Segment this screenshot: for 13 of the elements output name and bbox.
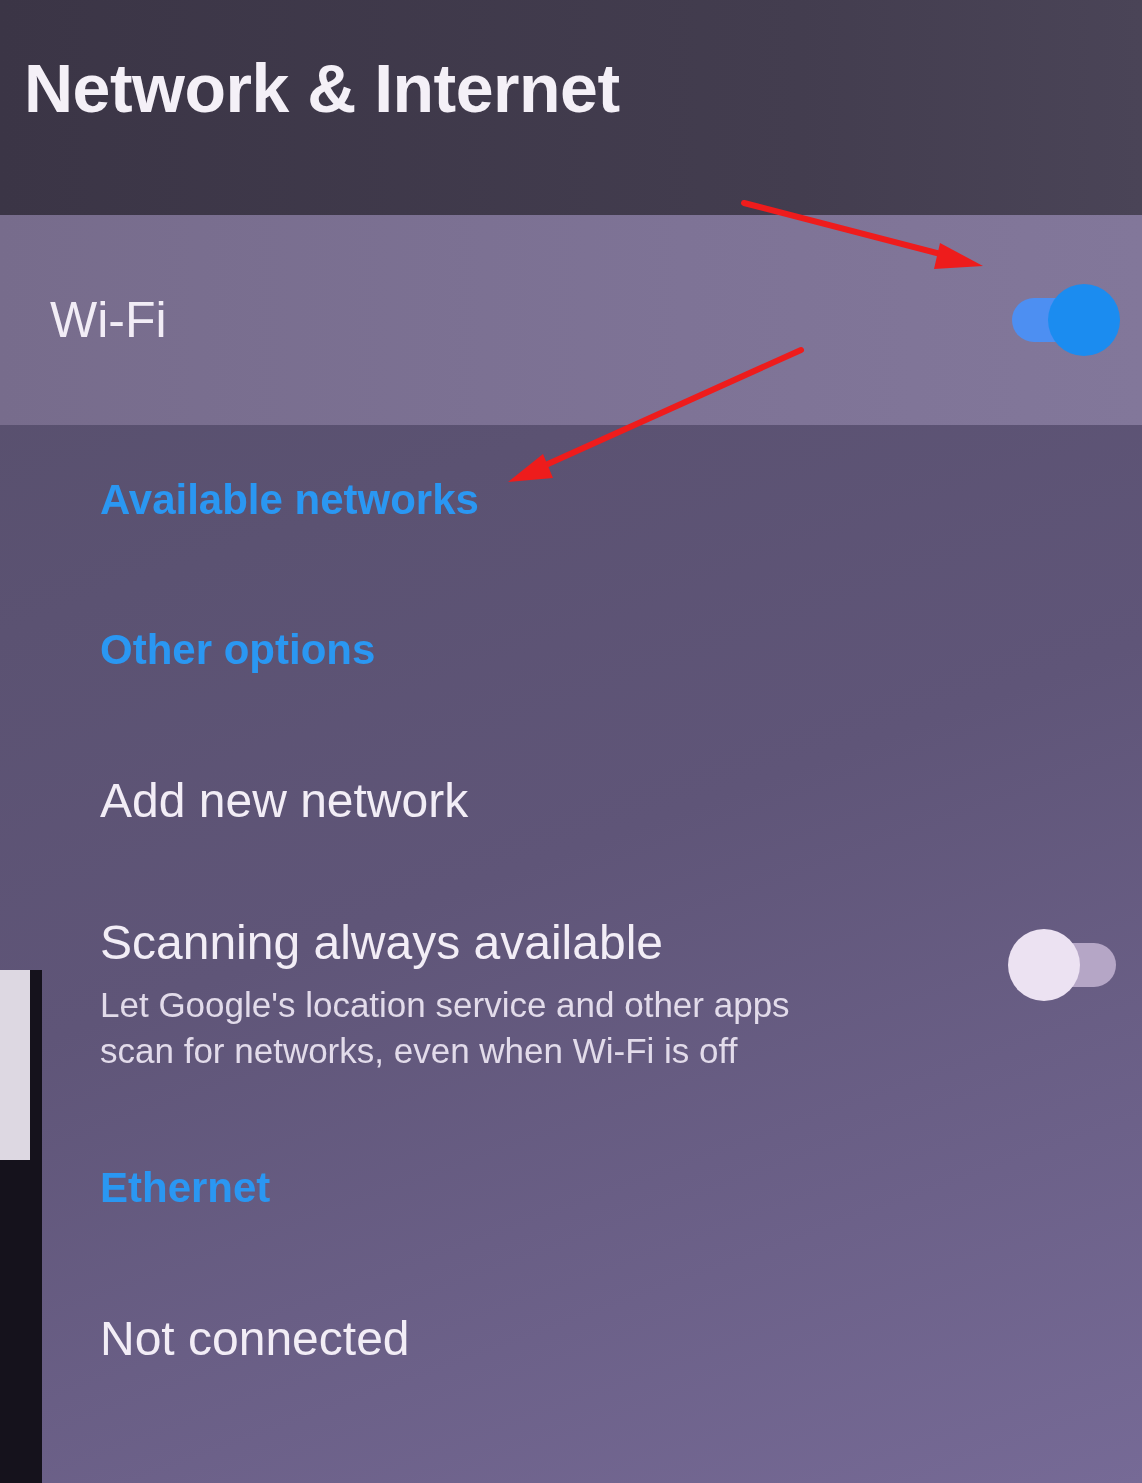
page-title: Network & Internet xyxy=(24,48,620,127)
item-label: Add new network xyxy=(100,772,469,828)
settings-item[interactable]: Add new network xyxy=(42,725,1142,875)
settings-item[interactable]: Not connected xyxy=(42,1263,1142,1413)
section-header: Other options xyxy=(100,626,376,674)
item-label: Not connected xyxy=(100,1310,410,1366)
settings-item[interactable]: Scanning always available Let Google's location service and other apps scan for networks, even when Wi-Fi is off xyxy=(42,875,1142,1113)
item-label: Wi-Fi xyxy=(50,291,167,349)
section-header: Ethernet xyxy=(100,1164,271,1212)
highlighted-settings-row[interactable]: Wi-Fi xyxy=(0,215,1142,425)
item-description: Let Google's location service and other apps scan for networks, even when Wi-Fi is off xyxy=(100,984,791,1072)
section-header: Available networks xyxy=(100,476,479,524)
item-label: Scanning always available xyxy=(100,915,663,970)
